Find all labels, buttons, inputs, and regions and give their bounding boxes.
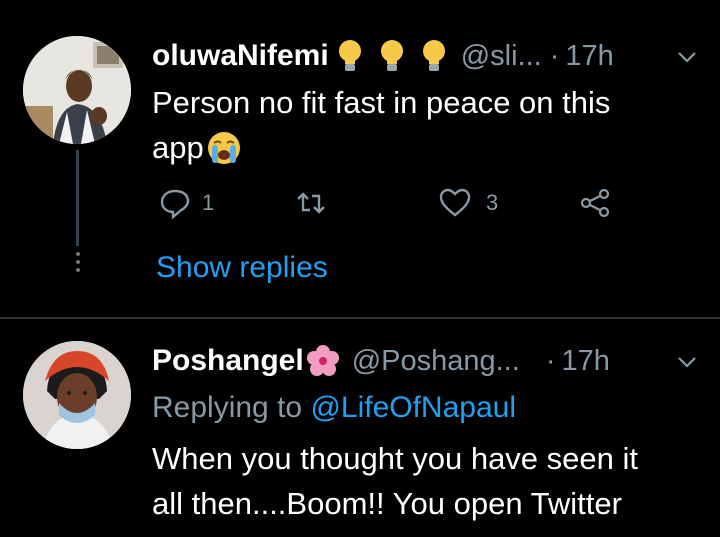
tweet-1[interactable]: oluwaNifemi @sli... · 17h Person no fit … — [0, 0, 720, 317]
tweet-header: Poshangel @Poshang... · 17h — [152, 341, 610, 381]
tweet-text: Person no fit fast in peace on this app — [152, 80, 610, 170]
tweet-text-line: Person no fit fast in peace on this — [152, 85, 611, 120]
tweet-2[interactable]: Poshangel @Poshang... · 17h Replying to … — [0, 319, 720, 537]
like-icon — [439, 188, 471, 217]
separator: · — [549, 39, 560, 72]
avatar-photo — [23, 36, 131, 144]
tweet-text-line: app — [152, 130, 204, 165]
timestamp[interactable]: 17h — [565, 40, 613, 73]
reply-count: 1 — [202, 190, 215, 215]
avatar[interactable] — [23, 36, 131, 144]
separator: · — [545, 344, 556, 377]
lightbulb-icon — [419, 39, 449, 73]
retweet-icon — [297, 192, 325, 214]
reply-button[interactable]: 1 — [158, 186, 214, 220]
timestamp[interactable]: 17h — [561, 345, 609, 378]
avatar[interactable] — [23, 341, 131, 449]
retweet-button[interactable] — [294, 186, 328, 220]
tweet-text-line: all then....Boom!! You open Twitter — [152, 486, 622, 521]
thread-line — [76, 150, 79, 246]
display-name[interactable]: Poshangel — [152, 344, 304, 378]
handle[interactable]: @Poshang... — [352, 345, 520, 378]
tweet-header: oluwaNifemi @sli... · 17h — [152, 36, 614, 76]
chevron-down-icon[interactable] — [676, 351, 698, 373]
avatar-photo — [23, 341, 131, 449]
like-count: 3 — [486, 190, 499, 215]
share-icon — [580, 188, 610, 218]
reply-icon — [160, 189, 190, 220]
tweet-actions: 1 3 — [152, 186, 632, 226]
replying-prefix: Replying to — [152, 391, 303, 424]
lightbulb-icon — [377, 39, 407, 73]
share-button[interactable] — [578, 186, 612, 220]
crying-face-icon — [206, 130, 242, 166]
handle[interactable]: @sli... — [461, 40, 542, 73]
chevron-down-icon[interactable] — [676, 46, 698, 68]
hibiscus-icon — [306, 344, 340, 378]
replying-to: Replying to @LifeOfNapaul — [152, 385, 516, 430]
like-button[interactable]: 3 — [438, 186, 498, 220]
thread-dots[interactable] — [74, 252, 82, 276]
show-replies-link[interactable]: Show replies — [156, 251, 328, 285]
lightbulb-icon — [335, 39, 365, 73]
replying-handle-link[interactable]: @LifeOfNapaul — [310, 391, 516, 424]
display-name[interactable]: oluwaNifemi — [152, 39, 329, 73]
tweet-text: When you thought you have seen it all th… — [152, 436, 638, 526]
tweet-text-line: When you thought you have seen it — [152, 441, 638, 476]
